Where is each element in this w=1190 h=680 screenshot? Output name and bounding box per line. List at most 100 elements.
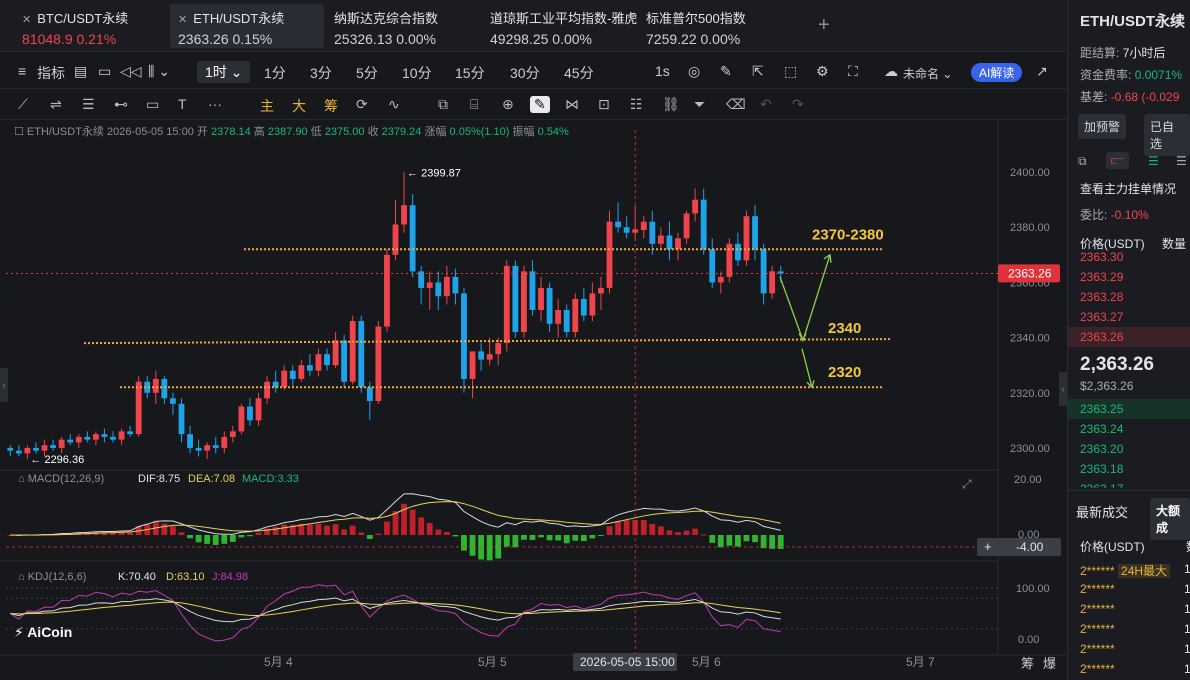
trade-row[interactable]: 2****** bbox=[1080, 602, 1115, 616]
redo-icon[interactable]: ↷ bbox=[792, 96, 804, 113]
price-chart[interactable]: ← 2399.87 ← 2296.36 2370-2380 2340 2320 240… bbox=[0, 120, 1066, 680]
layout-name[interactable]: 未命名 ⌄ bbox=[903, 65, 952, 82]
ai-analysis-button[interactable]: AI解读 bbox=[971, 63, 1023, 82]
left-collapse-handle[interactable]: › bbox=[0, 368, 8, 402]
large-trades-tab[interactable]: 大额成 bbox=[1150, 498, 1190, 540]
candle-body bbox=[384, 254, 390, 327]
fullscreen-icon[interactable]: ⛶ bbox=[848, 63, 858, 80]
candle-type-icon[interactable]: ⫼ ⌄ bbox=[148, 63, 170, 80]
macd-histogram-bar bbox=[443, 531, 450, 535]
text-tool-icon[interactable]: T bbox=[178, 96, 187, 112]
ask-row[interactable]: 2363.26 bbox=[1080, 330, 1123, 344]
interval-5m[interactable]: 5分 bbox=[356, 63, 378, 83]
main-force-tool[interactable]: 主 bbox=[260, 96, 274, 116]
close-tab-icon[interactable]: ✕ bbox=[22, 14, 31, 26]
link-icon[interactable]: ⛓ bbox=[662, 96, 680, 113]
add-tab-button[interactable]: + bbox=[818, 14, 830, 37]
zoom-icon[interactable]: ⊕ bbox=[502, 96, 514, 113]
ask-row[interactable]: 2363.29 bbox=[1080, 270, 1123, 284]
ask-row[interactable]: 2363.27 bbox=[1080, 310, 1123, 324]
candle-body bbox=[238, 406, 245, 432]
template-icon[interactable]: ▭ bbox=[98, 63, 111, 80]
depth-link[interactable]: 查看主力挂单情况 bbox=[1080, 180, 1176, 197]
close-tab-icon[interactable]: ✕ bbox=[178, 14, 187, 26]
interval-10m[interactable]: 10分 bbox=[402, 63, 432, 83]
lock-icon[interactable]: ⊡ bbox=[598, 96, 610, 113]
orderbook-bids-icon[interactable]: ☰ bbox=[1148, 154, 1159, 168]
trade-row[interactable]: 2****** bbox=[1080, 662, 1115, 676]
candle-body bbox=[598, 287, 604, 294]
brush-icon[interactable]: ✎ bbox=[530, 96, 550, 113]
add-alert-button[interactable]: 加预警 bbox=[1078, 114, 1127, 139]
interval-1h[interactable]: 1时 ⌄ bbox=[197, 61, 251, 83]
ticker-tab-eth[interactable]: ✕ ETH/USDT永续 2363.26 0.15% bbox=[170, 4, 324, 48]
big-order-tool[interactable]: 大 bbox=[292, 96, 306, 116]
magnet-icon[interactable]: ⋈ bbox=[565, 96, 579, 113]
ruler-icon[interactable]: ⌸ bbox=[470, 96, 478, 113]
copy-icon[interactable]: ⧉ bbox=[438, 96, 448, 113]
indicator-button[interactable]: 指标 bbox=[37, 63, 65, 83]
macd-histogram-bar bbox=[324, 525, 330, 535]
bid-row[interactable]: 2363.24 bbox=[1080, 422, 1123, 436]
bid-row[interactable]: 2363.18 bbox=[1080, 462, 1123, 476]
share-icon[interactable]: ⇱ bbox=[752, 63, 764, 80]
ohlc-field: 0.05%(1.10) bbox=[450, 126, 513, 138]
line-tool-icon[interactable]: ⟋ bbox=[18, 96, 28, 113]
bid-row[interactable]: 2363.17 bbox=[1080, 482, 1123, 488]
list-icon[interactable]: ☷ bbox=[630, 96, 643, 113]
interval-30m[interactable]: 30分 bbox=[510, 63, 540, 83]
trades-tab[interactable]: 最新成交 bbox=[1076, 502, 1128, 521]
cloud-icon[interactable]: ☁ bbox=[884, 63, 898, 80]
orderbook-asks-icon[interactable]: ☰ bbox=[1176, 154, 1187, 168]
trade-row[interactable]: 2****** bbox=[1080, 582, 1115, 596]
candle-body bbox=[324, 354, 330, 366]
interval-1m[interactable]: 1分 bbox=[264, 63, 286, 83]
parallel-tool-icon[interactable]: ⇌ bbox=[50, 96, 62, 113]
trade-row[interactable]: 2****** bbox=[1080, 642, 1115, 656]
ask-row[interactable]: 2363.28 bbox=[1080, 290, 1123, 304]
settings-icon[interactable]: ⚙ bbox=[816, 63, 829, 80]
macd-histogram-bar bbox=[409, 509, 416, 535]
channel-tool-icon[interactable]: ☰ bbox=[82, 96, 95, 113]
sync-icon[interactable]: ⟳ bbox=[356, 96, 368, 113]
trend-icon[interactable]: ↗ bbox=[1036, 63, 1048, 80]
undo-icon[interactable]: ↶ bbox=[760, 96, 772, 113]
interval-3m[interactable]: 3分 bbox=[310, 63, 332, 83]
ticker-tab-nasdaq[interactable]: 纳斯达克综合指数 25326.13 0.00% bbox=[326, 4, 476, 48]
time-tick-label: 5月 4 bbox=[264, 655, 293, 669]
ticker-tab-btc[interactable]: ✕ BTC/USDT永续 81048.9 0.21% bbox=[14, 4, 164, 48]
interval-1s[interactable]: 1s bbox=[655, 63, 670, 79]
candle-body bbox=[33, 447, 39, 451]
rect-tool-icon[interactable]: ▭ bbox=[146, 96, 159, 113]
hline-tool-icon[interactable]: ⊷ bbox=[114, 96, 128, 113]
interval-15m[interactable]: 15分 bbox=[455, 63, 485, 83]
candle-body bbox=[221, 436, 228, 448]
trade-row[interactable]: 2****** bbox=[1080, 622, 1115, 636]
trash-icon[interactable]: ⌫ bbox=[726, 96, 746, 113]
interval-45m[interactable]: 45分 bbox=[564, 63, 594, 83]
more-tools-icon[interactable]: ··· bbox=[208, 96, 222, 112]
rewind-icon[interactable]: ◁◁ bbox=[120, 63, 142, 80]
ticker-tab-sp500[interactable]: 标准普尔500指数 7259.22 0.00% bbox=[638, 4, 788, 48]
favorite-button[interactable]: 已自选 bbox=[1144, 114, 1190, 156]
bid-row[interactable]: 2363.20 bbox=[1080, 442, 1123, 456]
plus-icon: + bbox=[984, 539, 992, 554]
chip-tool[interactable]: 筹 bbox=[324, 96, 338, 116]
filter-icon[interactable]: ⏷ bbox=[694, 96, 705, 113]
wave-icon[interactable]: ∿ bbox=[388, 96, 400, 113]
indicator-icon[interactable]: ≡ bbox=[18, 63, 26, 79]
macd-histogram-bar bbox=[461, 535, 467, 551]
bid-row[interactable]: 2363.25 bbox=[1080, 402, 1123, 416]
orderbook-both-icon[interactable]: ⫍ bbox=[1106, 152, 1129, 169]
ticker-tab-dow[interactable]: 道琼斯工业平均指数-雅虎 49298.25 0.00% bbox=[482, 4, 637, 48]
low-marker-label: ← 2296.36 bbox=[30, 454, 84, 466]
ask-row[interactable]: 2363.30 bbox=[1080, 250, 1123, 264]
orderbook-view-icon[interactable]: ⧉ bbox=[1078, 154, 1087, 169]
macd-histogram-bar bbox=[358, 532, 365, 535]
right-collapse-handle[interactable]: ‹ bbox=[1059, 372, 1067, 406]
pen-icon[interactable]: ✎ bbox=[720, 63, 732, 80]
trade-row[interactable]: 2****** bbox=[1080, 564, 1115, 578]
camera-icon[interactable]: ◎ bbox=[688, 63, 700, 80]
layout-icon[interactable]: ▤ bbox=[74, 63, 87, 80]
crop-icon[interactable]: ⬚ bbox=[784, 63, 797, 80]
